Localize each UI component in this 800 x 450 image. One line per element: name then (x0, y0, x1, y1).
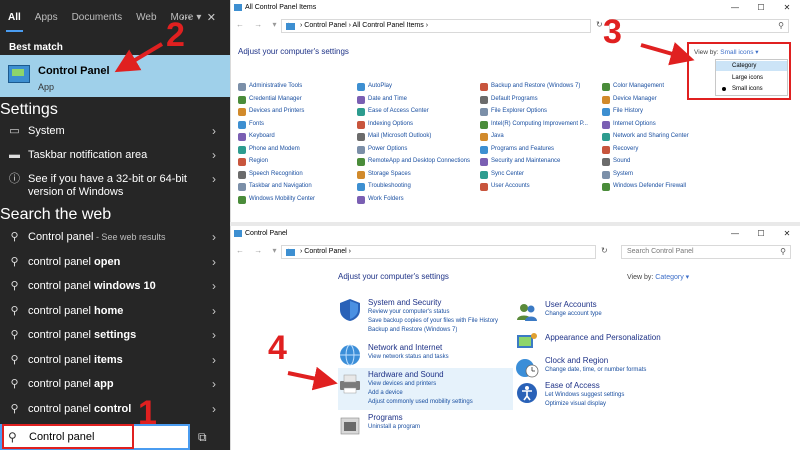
arrow-step-3 (640, 42, 695, 66)
arrow-step-2 (114, 42, 164, 73)
arrow-step-4 (287, 366, 338, 391)
annotation-arrows (114, 42, 695, 391)
